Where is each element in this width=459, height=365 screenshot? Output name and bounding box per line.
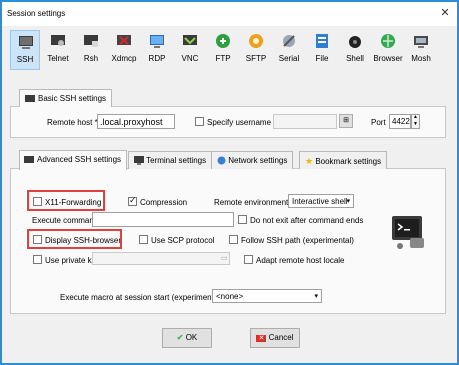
tab-bookmark-settings[interactable]: ★ Bookmark settings [299,151,388,169]
user-icon: ⊞ [343,117,349,124]
port-label: Port [371,118,386,127]
check-icon: ✔ [176,333,184,342]
terminal-icon [25,95,35,102]
close-icon[interactable]: ✕ [439,7,451,19]
protocol-label: Mosh [411,54,431,63]
remote-environment-value: Interactive shell [292,197,348,206]
execute-command-label: Execute command [32,216,99,225]
specify-username-checkbox[interactable] [195,117,204,126]
browser-icon [381,34,395,48]
xdmcp-icon [117,35,131,45]
cancel-icon: ✕ [256,335,267,342]
port-input[interactable]: 4422 [389,114,411,129]
tab-network-settings[interactable]: Network settings [211,151,294,169]
tab-advanced-ssh-settings[interactable]: Advanced SSH settings [19,150,128,170]
protocol-mosh[interactable]: Mosh [406,30,436,70]
basic-tab-label: Basic SSH settings [38,94,107,103]
username-input[interactable] [273,114,337,129]
session-settings-window: Session settings ✕ SSH Telnet Rsh Xdmcp … [0,0,459,365]
star-icon: ★ [305,156,314,166]
chevron-down-icon: ▾ [346,198,350,205]
protocol-telnet[interactable]: Telnet [43,30,73,70]
macro-label: Execute macro at session start (experime… [60,293,225,302]
specify-username-label: Specify username [207,118,272,127]
vnc-icon [183,35,197,45]
remote-environment-label: Remote environment [214,198,289,207]
use-scp-protocol-checkbox[interactable] [139,235,148,244]
ssh-icon [19,36,33,49]
folder-icon[interactable]: ▭ [221,254,228,262]
mosh-icon [414,36,428,48]
adapt-locale-checkbox[interactable] [244,255,253,264]
advanced-settings-panel: Advanced SSH settings Terminal settings … [10,150,446,314]
protocol-rdp[interactable]: RDP [142,30,172,70]
highlight-x11-forwarding [27,190,105,211]
protocol-shell[interactable]: Shell [340,30,370,70]
remote-environment-select[interactable]: Interactive shell ▾ [288,194,354,208]
chevron-down-icon: ▾ [314,293,318,300]
follow-ssh-path-label: Follow SSH path (experimental) [241,236,354,245]
compression-checkbox[interactable] [128,195,137,206]
network-tab-label: Network settings [228,156,288,165]
serial-icon [283,35,295,47]
title-bar: Session settings ✕ [2,2,457,26]
window-title: Session settings [7,9,66,18]
cancel-label: Cancel [268,333,294,342]
ftp-icon [216,34,230,48]
advanced-tab-label: Advanced SSH settings [37,155,122,164]
private-key-input[interactable] [92,252,230,265]
protocol-ftp[interactable]: FTP [208,30,238,70]
protocol-file[interactable]: File [307,30,337,70]
protocol-xdmcp[interactable]: Xdmcp [109,30,139,70]
tab-terminal-settings[interactable]: Terminal settings [128,151,213,169]
do-not-exit-label: Do not exit after command ends [250,216,364,225]
macro-select[interactable]: <none> ▾ [212,289,322,303]
use-scp-protocol-label: Use SCP protocol [151,236,215,245]
telnet-icon [51,35,65,46]
adapt-locale-label: Adapt remote host locale [256,256,345,265]
monitor-icon [134,156,144,165]
basic-ssh-settings-panel: Basic SSH settings Remote host * .local.… [10,89,446,138]
highlight-display-ssh-browser [27,229,122,249]
compression-label: Compression [140,198,188,207]
protocol-ssh[interactable]: SSH [10,30,40,70]
tab-basic-ssh-settings[interactable]: Basic SSH settings [19,89,113,107]
ok-button[interactable]: ✔ OK [162,328,212,348]
cancel-button[interactable]: ✕ Cancel [250,328,300,348]
port-spinner[interactable] [411,114,420,129]
protocol-sftp[interactable]: SFTP [241,30,271,70]
globe-icon [217,156,226,165]
terminal-icon [24,156,34,163]
protocol-browser[interactable]: Browser [373,30,403,70]
terminal-illustration-icon [392,216,424,249]
protocol-toolbar: SSH Telnet Rsh Xdmcp RDP VNC FTP SFTP Se… [10,30,448,74]
sftp-icon [249,34,263,48]
macro-value: <none> [216,292,244,301]
user-browse-button[interactable]: ⊞ [339,114,353,128]
rsh-icon [84,35,98,47]
protocol-vnc[interactable]: VNC [175,30,205,70]
remote-host-input[interactable]: .local.proxyhost [97,114,175,129]
ok-label: OK [185,333,198,342]
bookmark-tab-label: Bookmark settings [315,157,382,166]
protocol-serial[interactable]: Serial [274,30,304,70]
use-private-key-checkbox[interactable] [33,255,42,264]
protocol-label: SSH [16,55,34,64]
do-not-exit-checkbox[interactable] [238,215,247,224]
rdp-icon [150,35,164,48]
file-icon [316,34,328,48]
execute-command-input[interactable] [92,212,234,227]
remote-host-label: Remote host * [47,118,98,127]
protocol-rsh[interactable]: Rsh [76,30,106,70]
follow-ssh-path-checkbox[interactable] [229,235,238,244]
terminal-tab-label: Terminal settings [146,156,207,165]
shell-icon [349,36,361,48]
